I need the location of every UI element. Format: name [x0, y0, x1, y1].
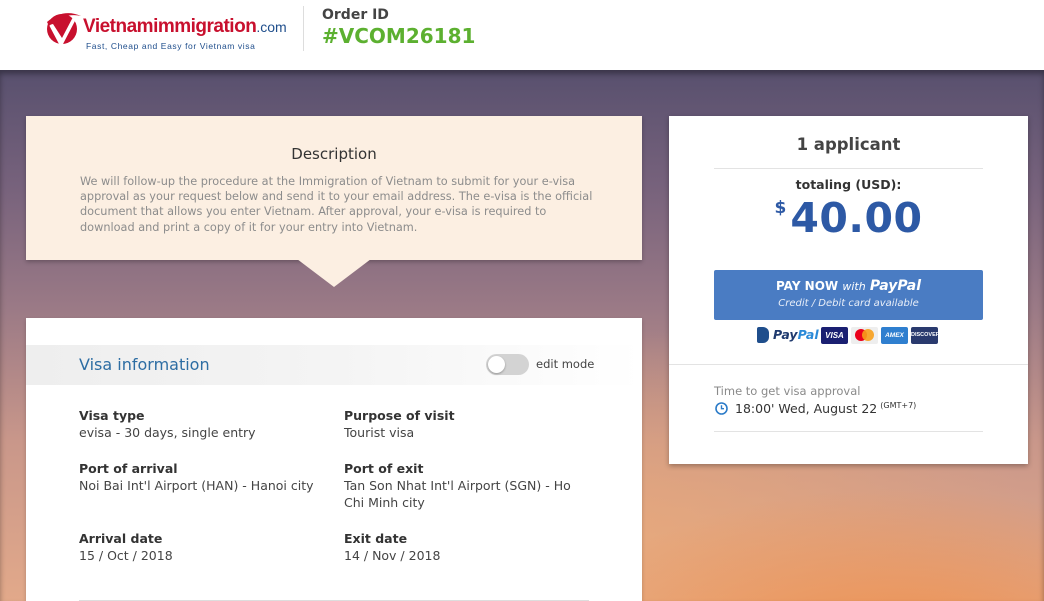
amex-card-icon: AMEX [881, 327, 908, 344]
edit-mode-toggle[interactable] [486, 354, 529, 375]
field-value: Tourist visa [344, 425, 415, 440]
field-label: Visa type [79, 408, 145, 423]
divider [714, 168, 983, 169]
arrival-date-field: Arrival date 15 / Oct / 2018 [79, 530, 329, 564]
paypal-logo: PayPal [773, 327, 819, 342]
description-arrow [297, 259, 371, 287]
visa-information-header: Visa information edit mode [26, 345, 642, 385]
applicant-count: 1 applicant [796, 135, 901, 154]
field-value: evisa - 30 days, single entry [79, 425, 256, 440]
header-divider [303, 6, 304, 51]
visa-type-field: Visa type evisa - 30 days, single entry [79, 407, 329, 441]
order-id-value: #VCOM26181 [322, 24, 476, 48]
visa-information-card: Visa information edit mode Visa type evi… [26, 318, 642, 601]
field-label: Port of arrival [79, 461, 178, 476]
edit-mode-label: edit mode [536, 357, 595, 371]
description-text: We will follow-up the procedure at the I… [80, 175, 593, 234]
total-amount: $40.00 [669, 194, 1028, 242]
field-value: 14 / Nov / 2018 [344, 548, 441, 563]
visa-card-icon: VISA [821, 327, 848, 344]
amount-value: 40.00 [790, 194, 923, 242]
field-value: 15 / Oct / 2018 [79, 548, 173, 563]
purpose-of-visit-field: Purpose of visit Tourist visa [344, 407, 594, 441]
totaling-label: totaling (USD): [795, 177, 902, 192]
field-label: Purpose of visit [344, 408, 455, 423]
approval-time-label: Time to get visa approval [714, 384, 861, 398]
visa-information-title: Visa information [79, 355, 210, 374]
field-label: Exit date [344, 531, 408, 546]
pay-now-subtitle: Credit / Debit card available [778, 298, 919, 309]
timezone-label: (GMT+7) [880, 401, 917, 410]
discover-card-icon: DISCOVER [911, 327, 940, 344]
description-title: Description [291, 145, 377, 163]
clock-icon [715, 402, 728, 415]
pay-now-label: PAY NOW with PayPal [775, 278, 922, 294]
paypal-icon [757, 327, 769, 343]
divider [714, 431, 983, 432]
currency-symbol: $ [774, 198, 787, 218]
mastercard-yellow-circle [862, 329, 874, 341]
field-label: Port of exit [344, 461, 424, 476]
site-header: Vietnamimmigration.com Fast, Cheap and E… [0, 0, 1044, 70]
logo-tagline: Fast, Cheap and Easy for Vietnam visa [86, 41, 256, 51]
site-logo[interactable]: Vietnamimmigration.com Fast, Cheap and E… [43, 8, 288, 53]
description-card: Description We will follow-up the proced… [26, 116, 642, 260]
order-id-label: Order ID [322, 7, 389, 23]
port-of-arrival-field: Port of arrival Noi Bai Int'l Airport (H… [79, 460, 329, 494]
logo-text: Vietnamimmigration.com [83, 16, 287, 37]
port-of-exit-field: Port of exit Tan Son Nhat Int'l Airport … [344, 460, 594, 511]
logo-mark-icon [47, 13, 81, 44]
field-label: Arrival date [79, 531, 163, 546]
exit-date-field: Exit date 14 / Nov / 2018 [344, 530, 594, 564]
divider [669, 364, 1028, 365]
payment-summary-card: 1 applicant totaling (USD): $40.00 PAY N… [669, 116, 1028, 464]
mastercard-icon [851, 327, 878, 344]
pay-now-paypal-button[interactable]: PAY NOW with PayPal Credit / Debit card … [714, 270, 983, 320]
approval-time-value: 18:00' Wed, August 22 (GMT+7) [735, 401, 917, 416]
toggle-knob [488, 356, 505, 373]
field-value: Noi Bai Int'l Airport (HAN) - Hanoi city [79, 478, 314, 493]
field-value: Tan Son Nhat Int'l Airport (SGN) - Ho Ch… [344, 478, 571, 510]
